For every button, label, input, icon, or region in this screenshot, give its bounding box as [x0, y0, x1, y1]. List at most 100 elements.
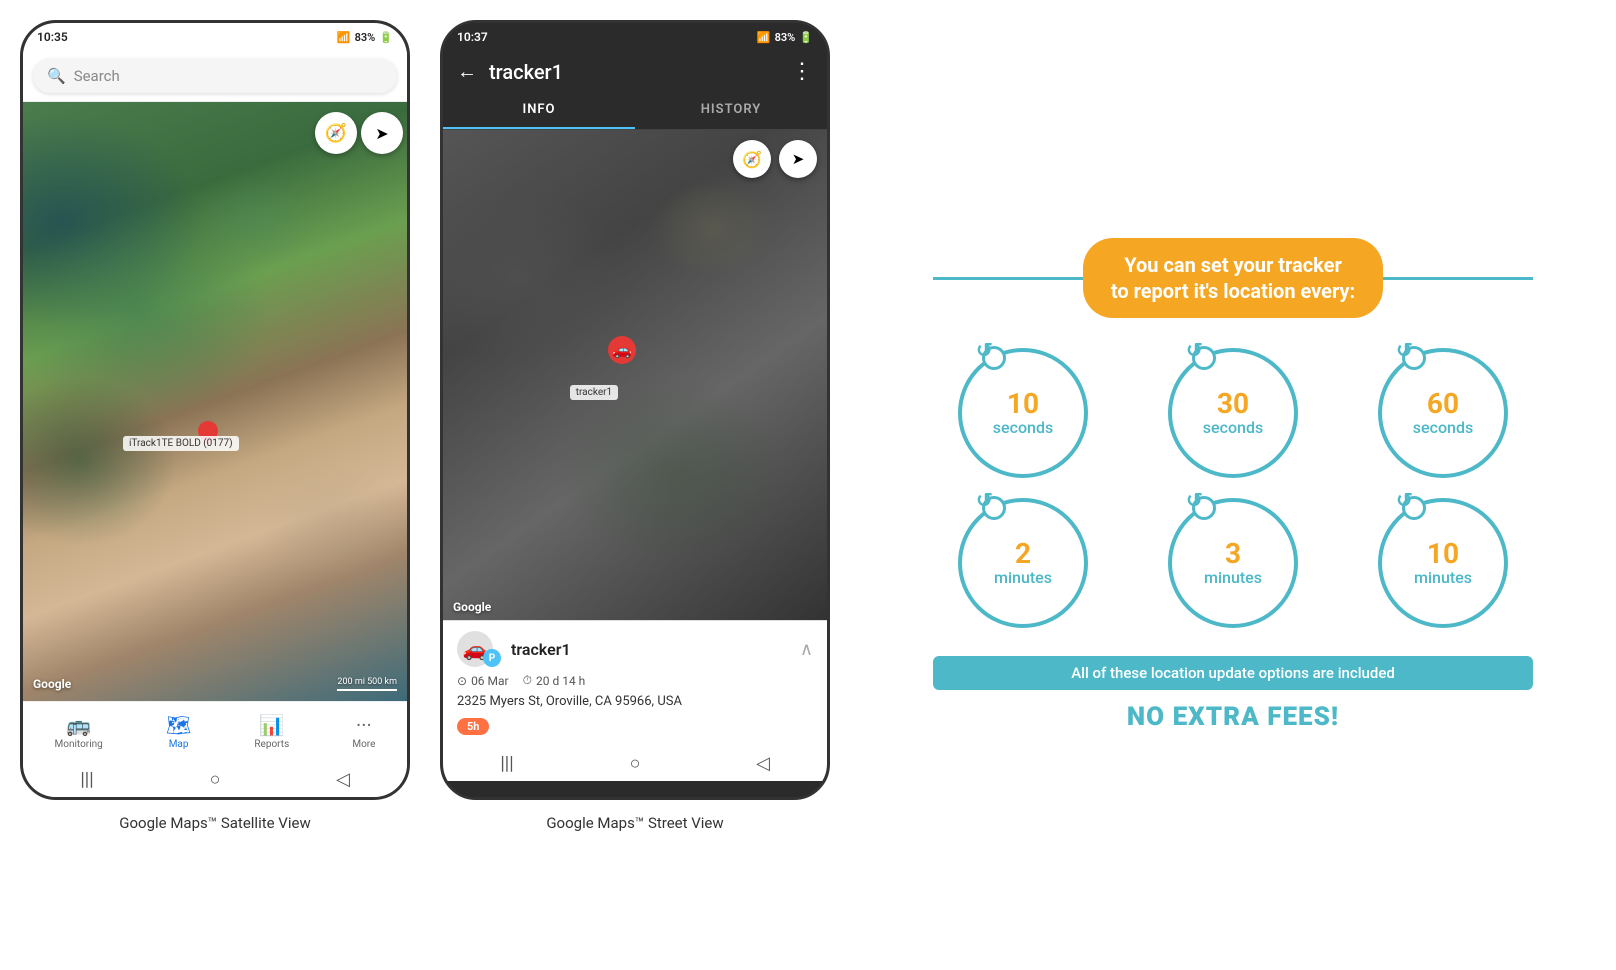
phone1-wrapper: 10:35 📶 83% 🔋 🔍 Search 🧭 ➤: [20, 20, 410, 832]
tracker-info-row1: 🚗 P tracker1 ∧: [457, 631, 813, 667]
phone1-sys-bar: ||| ○ ◁: [23, 761, 407, 797]
circle-30s: ↺ 30 seconds: [1143, 348, 1323, 478]
phone1-battery-icon: 🔋: [379, 31, 393, 44]
circle-ring-10s: ↺ 10 seconds: [958, 348, 1088, 478]
phone1-search-bar: 🔍 Search: [23, 51, 407, 102]
phone1-compass-north: 🧭: [315, 112, 357, 154]
circle-arrow-60s: ↺: [1396, 338, 1413, 362]
promo-tagline: NO EXTRA FEES!: [933, 702, 1533, 732]
tracker-meta: ⊙ 06 Mar ⏱ 20 d 14 h: [457, 673, 813, 688]
circle-unit-60s: seconds: [1413, 418, 1473, 437]
circle-unit-3m: minutes: [1204, 568, 1262, 587]
nav-item-monitoring[interactable]: 🚌 Monitoring: [47, 709, 111, 754]
tab-info[interactable]: INFO: [443, 92, 635, 129]
phone1-signal: 📶: [337, 31, 351, 44]
tracker-meta-duration: ⏱ 20 d 14 h: [523, 673, 586, 688]
phone2-sys-bar: ||| ○ ◁: [443, 745, 827, 781]
search-icon: 🔍: [47, 67, 66, 85]
circle-ring-2m: ↺ 2 minutes: [958, 498, 1088, 628]
circle-num-60s: 60: [1427, 390, 1459, 418]
phone2-home-btn[interactable]: ○: [615, 761, 655, 765]
promo-panel: You can set your tracker to report it's …: [850, 0, 1616, 970]
tracker-meta-date: ⊙ 06 Mar: [457, 674, 509, 688]
circle-60s: ↺ 60 seconds: [1353, 348, 1533, 478]
phone2-battery-icon: 🔋: [799, 31, 813, 44]
circle-ring-60s: ↺ 60 seconds: [1378, 348, 1508, 478]
circle-arrow-10m: ↺: [1396, 488, 1413, 512]
more-icon: ···: [356, 713, 372, 737]
phone2-back-btn[interactable]: |||: [487, 761, 527, 765]
tracker-title: tracker1: [489, 60, 779, 84]
nav-item-reports[interactable]: 📊 Reports: [246, 709, 297, 754]
circle-num-10s: 10: [1007, 390, 1039, 418]
circle-num-2m: 2: [1015, 540, 1031, 568]
promo-header-line2: to report it's location every:: [1111, 279, 1355, 303]
phone2-compass-north: 🧭: [733, 140, 771, 178]
phone2-compass-location: ➤: [779, 140, 817, 178]
circle-num-10m: 10: [1427, 540, 1459, 568]
promo-card: You can set your tracker to report it's …: [933, 238, 1533, 732]
phone1-map-scale: 200 mi 500 km: [337, 677, 397, 691]
phone2-recents-btn[interactable]: ◁: [743, 761, 783, 765]
tracker-tabs: INFO HISTORY: [443, 92, 827, 130]
tab-history[interactable]: HISTORY: [635, 92, 827, 129]
phone2-frame: 10:37 📶 83% 🔋 ← tracker1 ⋮ INFO HISTORY: [440, 20, 830, 800]
phone1-recents-btn[interactable]: ◁: [323, 777, 363, 781]
circle-arrow-10s: ↺: [976, 338, 993, 362]
reports-icon: 📊: [259, 713, 284, 737]
clock-icon: ⏱: [523, 673, 532, 688]
phone2-satellite-map[interactable]: 🧭 ➤ tracker1 Google: [443, 130, 827, 620]
phone1-map-label: iTrack1TE BOLD (0177): [123, 436, 239, 451]
phone1-search-inner[interactable]: 🔍 Search: [33, 59, 397, 93]
promo-header-text: You can set your tracker to report it's …: [1111, 252, 1355, 304]
circle-2m: ↺ 2 minutes: [933, 498, 1113, 628]
circle-10s: ↺ 10 seconds: [933, 348, 1113, 478]
map-label-nav: Map: [169, 739, 189, 750]
phone2-status-icons: 📶 83% 🔋: [757, 31, 813, 44]
circle-3m: ↺ 3 minutes: [1143, 498, 1323, 628]
circle-num-3m: 3: [1225, 540, 1241, 568]
tracker-address: 2325 Myers St, Oroville, CA 95966, USA: [457, 694, 813, 709]
promo-header-wrapper: You can set your tracker to report it's …: [933, 238, 1533, 318]
phone1-time: 10:35: [37, 30, 68, 44]
phone2-google-logo: Google: [453, 600, 491, 614]
tracker-avatar-group: 🚗 P: [457, 631, 501, 667]
phone1-frame: 10:35 📶 83% 🔋 🔍 Search 🧭 ➤: [20, 20, 410, 800]
circle-arrow-2m: ↺: [976, 488, 993, 512]
phone2-time: 10:37: [457, 30, 488, 44]
tracker-name: tracker1: [511, 640, 571, 659]
promo-line-left: [933, 277, 1083, 280]
phone2-caption: Google Maps™ Street View: [546, 814, 723, 832]
phone2-content: ← tracker1 ⋮ INFO HISTORY 🧭 ➤ tracker1 G…: [443, 51, 827, 797]
tracker-info-panel: 🚗 P tracker1 ∧ ⊙ 06 Mar ⏱ 20 d: [443, 620, 827, 745]
tracker-more-button[interactable]: ⋮: [791, 59, 813, 84]
circle-arrow-30s: ↺: [1186, 338, 1203, 362]
phone1-home-btn[interactable]: ○: [195, 777, 235, 781]
phone1-google-logo: Google: [33, 677, 71, 691]
phone1-back-btn[interactable]: |||: [67, 777, 107, 781]
phone2-signal: 📶: [757, 31, 771, 44]
tracker-date: 06 Mar: [471, 674, 509, 688]
date-icon: ⊙: [457, 674, 467, 688]
more-label: More: [352, 739, 375, 750]
circle-unit-10s: seconds: [993, 418, 1053, 437]
tracker-duration: 20 d 14 h: [536, 674, 585, 688]
circle-unit-2m: minutes: [994, 568, 1052, 587]
phone1-satellite-map[interactable]: 🧭 ➤ iTrack1TE BOLD (0177) Google 200 mi …: [23, 102, 407, 701]
phone1-bottom-nav: 🚌 Monitoring 🗺 Map 📊 Reports ··· More: [23, 701, 407, 761]
promo-note: All of these location update options are…: [933, 656, 1533, 690]
circle-10m: ↺ 10 minutes: [1353, 498, 1533, 628]
phone1-content: 🔍 Search 🧭 ➤ iTrack1TE BOLD (0177) Googl…: [23, 51, 407, 797]
phone2-map-marker: [608, 336, 636, 364]
circle-ring-10m: ↺ 10 minutes: [1378, 498, 1508, 628]
phone1-status-icons: 📶 83% 🔋: [337, 31, 393, 44]
phone1-caption: Google Maps™ Satellite View: [119, 814, 310, 832]
phone1-compass-location: ➤: [361, 112, 403, 154]
tracker-back-button[interactable]: ←: [457, 59, 477, 84]
phone1-search-placeholder: Search: [74, 67, 120, 85]
tracker-status-badge: 5h: [457, 718, 489, 735]
map-icon: 🗺: [166, 713, 191, 737]
nav-item-map[interactable]: 🗺 Map: [158, 709, 199, 754]
phone2-map-label: tracker1: [570, 385, 618, 400]
nav-item-more[interactable]: ··· More: [344, 709, 383, 754]
